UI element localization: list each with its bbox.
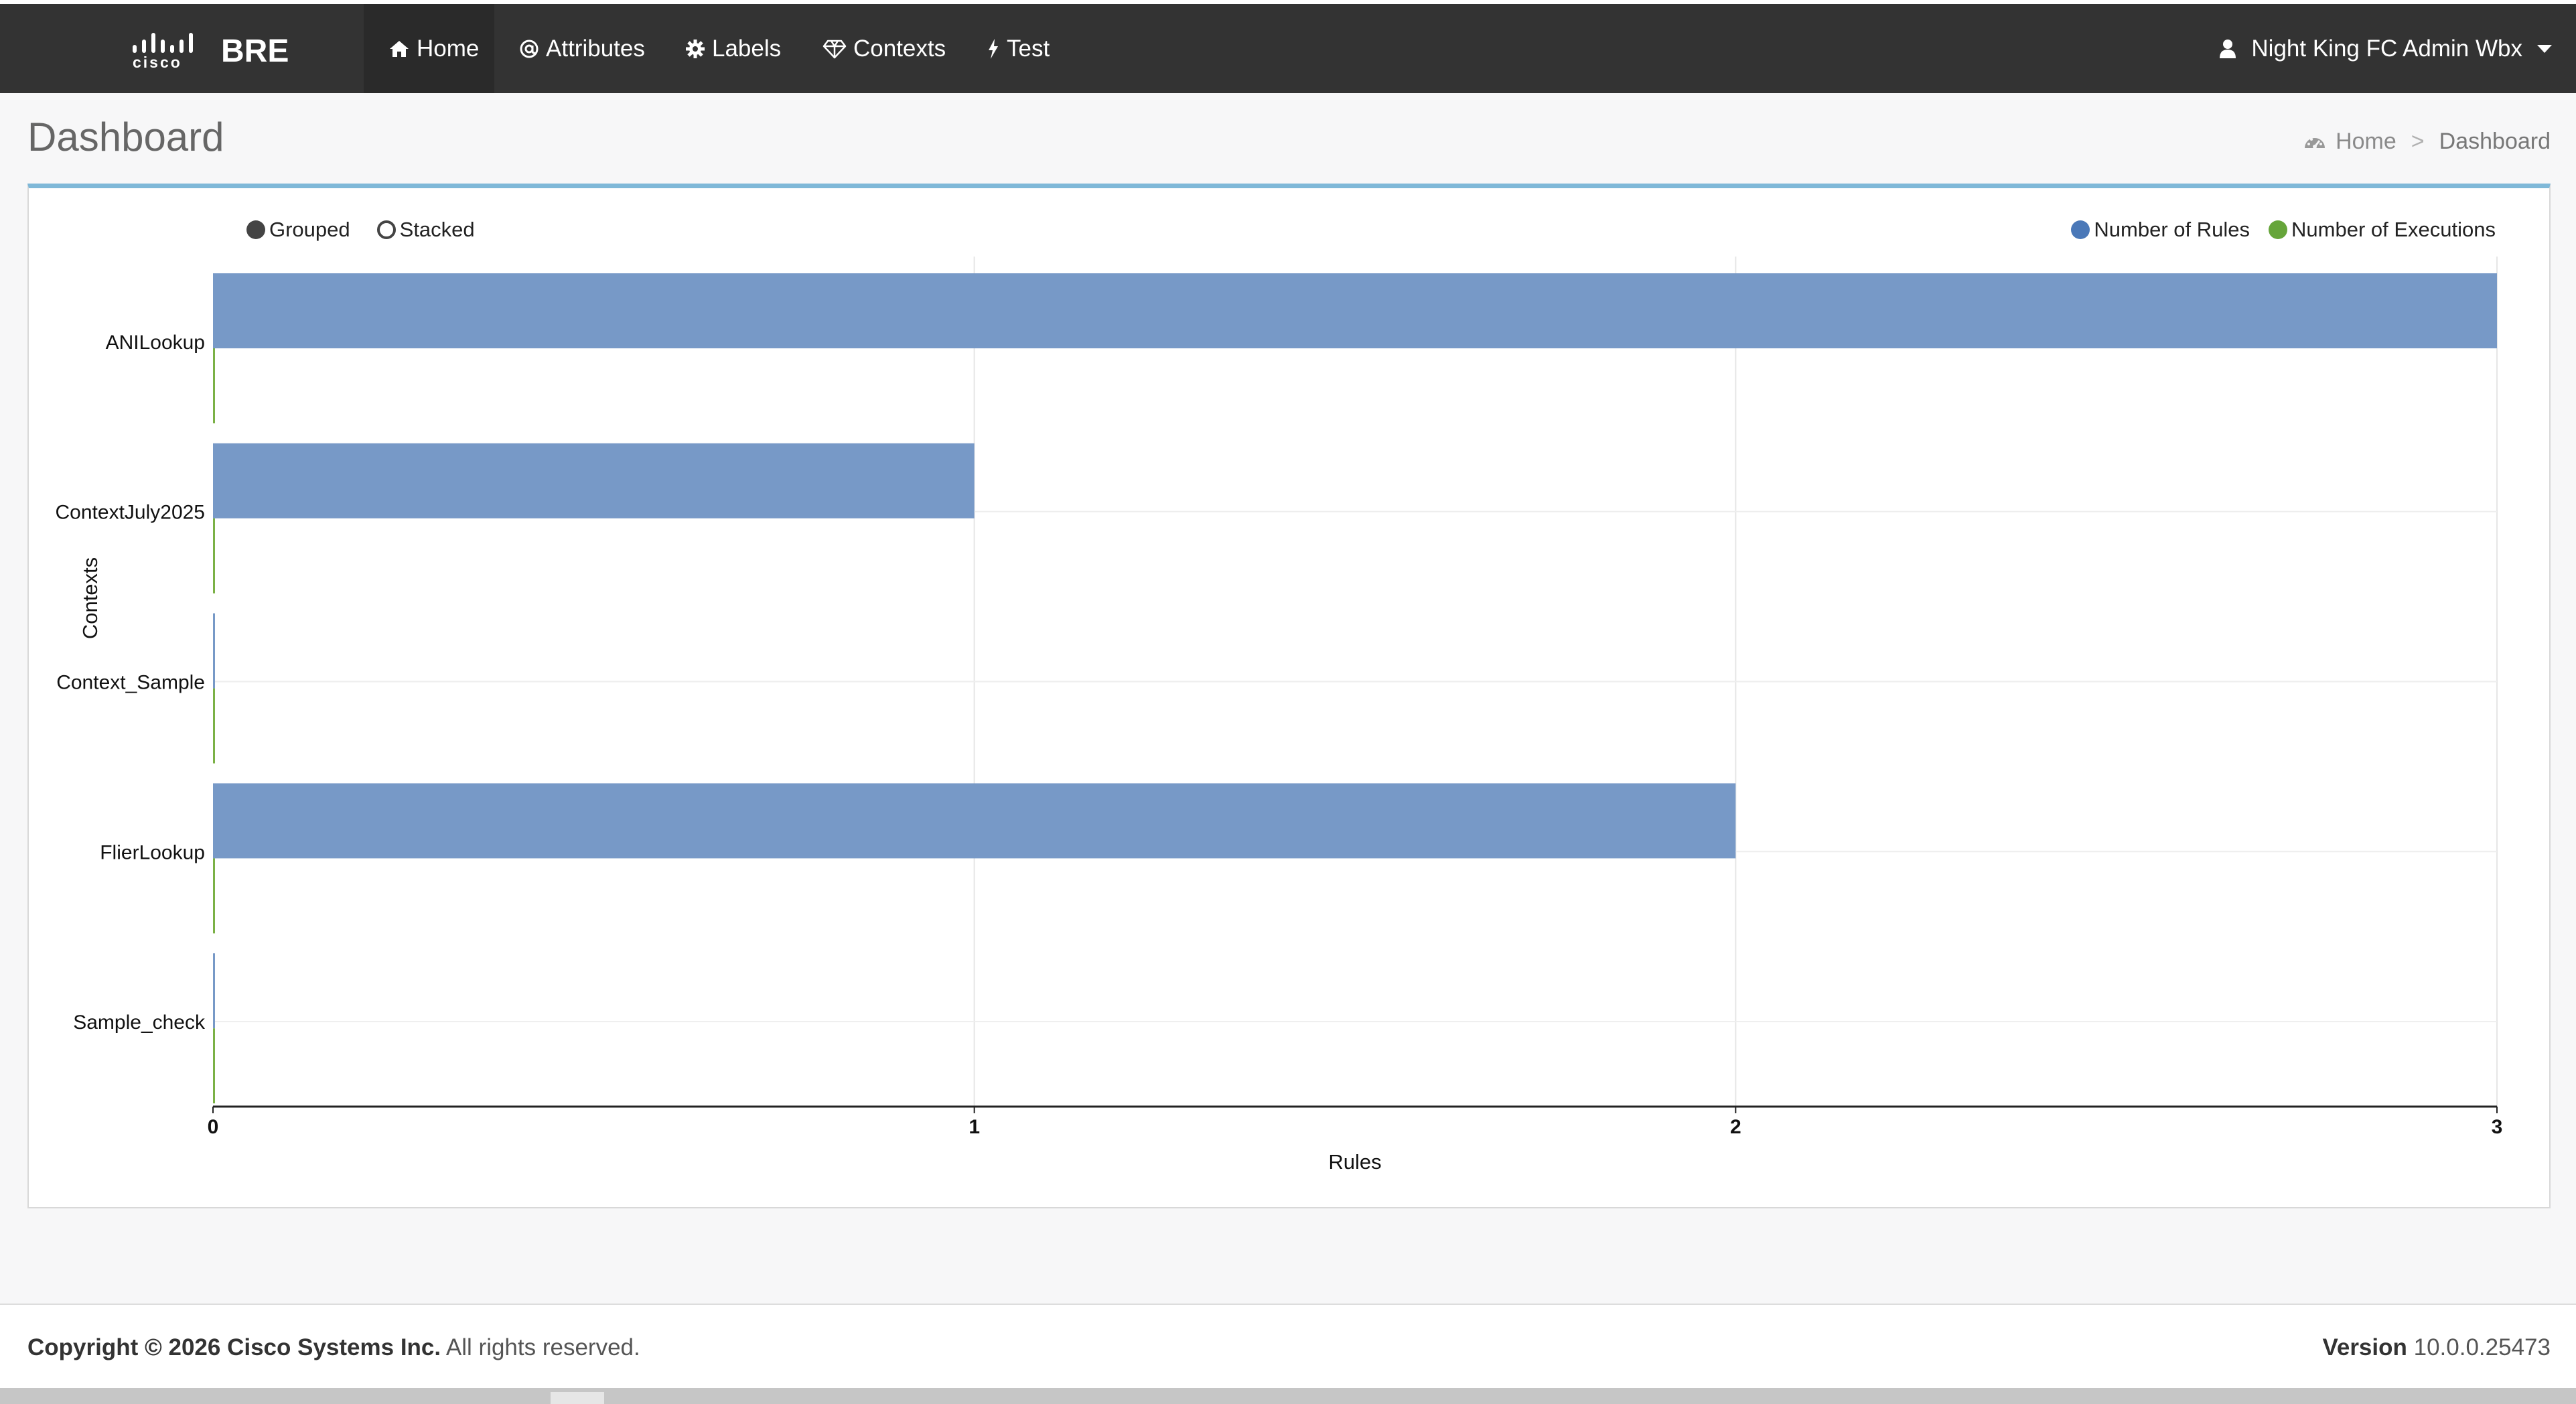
footer: Copyright © 2026 Cisco Systems Inc. All … (0, 1304, 2576, 1388)
scrollbar-thumb[interactable] (551, 1392, 604, 1404)
y-tick-label: Sample_check (73, 1011, 206, 1034)
y-axis-title: Contexts (78, 557, 102, 639)
bar-rules (213, 953, 215, 1029)
y-tick-label: Context_Sample (56, 672, 205, 694)
version-info: Version 10.0.0.25473 (2322, 1334, 2551, 1361)
x-tick-label: 0 (208, 1116, 219, 1138)
horizontal-scrollbar[interactable] (0, 1388, 2576, 1404)
version-label: Version (2322, 1334, 2407, 1360)
x-axis-title: Rules (1328, 1150, 1381, 1174)
y-tick-label: ANILookup (106, 332, 205, 354)
bar-rules (213, 783, 1736, 859)
copyright-rest: All rights reserved. (441, 1334, 640, 1360)
version-number: 10.0.0.25473 (2413, 1334, 2551, 1360)
bar-chart: ANILookup ContextJuly2025 Context_Sample Fl… (56, 257, 2503, 1174)
bar-rules (213, 273, 2497, 348)
bar-rules (213, 443, 975, 518)
y-tick-label: ContextJuly2025 (56, 502, 205, 524)
bar-executions (213, 348, 215, 423)
x-tick-label: 3 (2492, 1116, 2503, 1138)
x-tick-label: 1 (969, 1116, 980, 1138)
copyright-owner: Copyright © 2026 Cisco Systems Inc. (27, 1334, 441, 1360)
x-tick-label: 2 (1730, 1116, 1741, 1138)
bar-executions (213, 688, 215, 764)
bar-executions (213, 518, 215, 593)
bar-executions (213, 1028, 215, 1104)
bar-executions (213, 858, 215, 934)
copyright: Copyright © 2026 Cisco Systems Inc. All … (27, 1334, 640, 1361)
y-tick-label: FlierLookup (100, 841, 205, 863)
bar-rules (213, 613, 215, 689)
